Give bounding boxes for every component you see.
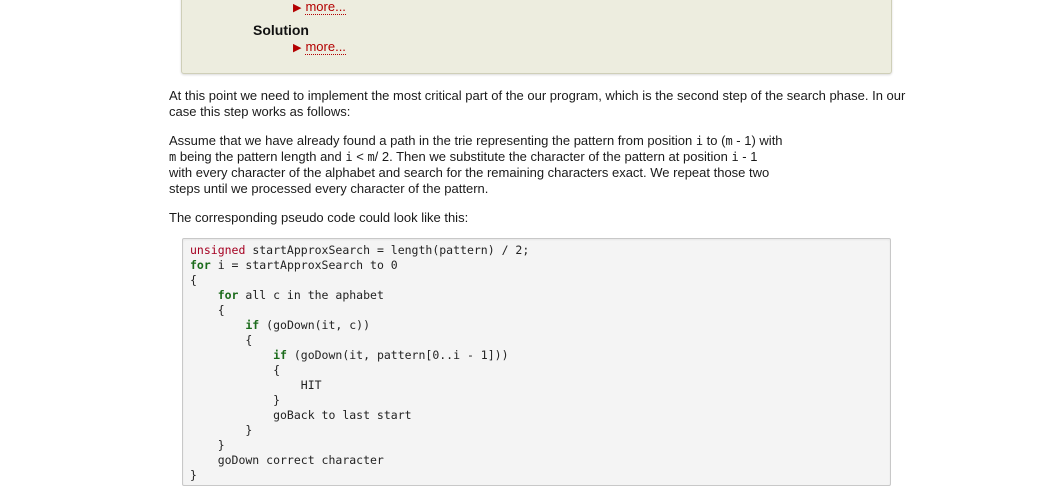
- code-text: all c in the aphabet: [238, 288, 384, 302]
- code-line: {: [190, 273, 197, 287]
- code-line: for all c in the aphabet: [190, 288, 384, 303]
- paragraph-pseudo-intro: The corresponding pseudo code could look…: [169, 210, 469, 225]
- code-line: }: [190, 423, 253, 437]
- code-text: (goDown(it, c)): [259, 318, 371, 332]
- solution-more-link[interactable]: ▶ more...: [293, 40, 346, 55]
- code-line: if (goDown(it, pattern[0..i - 1])): [190, 348, 509, 363]
- code-line: {: [190, 303, 225, 317]
- code-line: HIT: [190, 378, 322, 392]
- code-line: unsigned startApproxSearch = length(patt…: [190, 243, 529, 258]
- code-line: }: [190, 468, 197, 482]
- var-m: m: [367, 150, 375, 164]
- text: - 1: [738, 149, 758, 164]
- code-line: {: [190, 333, 253, 347]
- code-line: }: [190, 393, 281, 407]
- paragraph-line: with every character of the alphabet and…: [169, 165, 770, 180]
- more-link-label: more...: [305, 0, 346, 15]
- code-line: {: [190, 363, 281, 377]
- var-i: i: [695, 134, 704, 148]
- paragraph-intro: At this point we need to implement the m…: [169, 88, 906, 119]
- var-i: i: [731, 150, 739, 164]
- code-text: (goDown(it, pattern[0..i - 1])): [286, 348, 509, 362]
- text: - 1) with: [732, 133, 783, 148]
- code-keyword: unsigned: [190, 243, 246, 257]
- code-line: goDown correct character: [190, 453, 384, 467]
- paragraph-line: m being the pattern length and i < m/ 2.…: [169, 149, 909, 165]
- code-line: goBack to last start: [190, 408, 412, 422]
- paragraph-assume: Assume that we have already found a path…: [169, 133, 909, 197]
- more-link-label: more...: [305, 39, 346, 55]
- paragraph-line: Assume that we have already found a path…: [169, 133, 909, 149]
- hint-box: ▶ more... Solution ▶ more...: [181, 0, 892, 74]
- code-line: for i = startApproxSearch to 0: [190, 258, 398, 273]
- text: / 2. Then we substitute the character of…: [374, 149, 732, 164]
- text: to (: [703, 133, 726, 148]
- text: <: [352, 149, 368, 164]
- code-keyword: for: [190, 258, 211, 272]
- code-keyword: if: [190, 318, 260, 332]
- code-line: if (goDown(it, c)): [190, 318, 370, 333]
- code-text: startApproxSearch = length(pattern) / 2;: [245, 243, 530, 257]
- code-block: unsigned startApproxSearch = length(patt…: [182, 238, 891, 486]
- code-keyword: if: [190, 348, 287, 362]
- solution-label: Solution: [253, 22, 309, 38]
- var-m: m: [725, 134, 733, 148]
- paragraph-line: steps until we processed every character…: [169, 181, 489, 196]
- text: Assume that we have already found a path…: [169, 133, 696, 148]
- hint-more-link[interactable]: ▶ more...: [293, 0, 346, 15]
- triangle-right-icon: ▶: [293, 42, 302, 54]
- code-line: }: [190, 438, 225, 452]
- code-keyword: for: [190, 288, 239, 302]
- triangle-right-icon: ▶: [293, 2, 302, 14]
- var-i: i: [345, 150, 353, 164]
- code-text: i = startApproxSearch to 0: [210, 258, 398, 272]
- text: being the pattern length and: [176, 149, 346, 164]
